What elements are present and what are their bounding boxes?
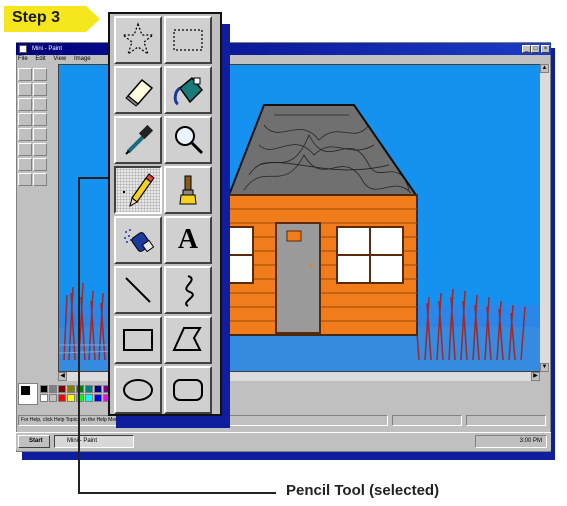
airbrush-tool[interactable] (114, 216, 162, 264)
ellipse-tool[interactable] (114, 366, 162, 414)
foreground-color (21, 386, 30, 395)
eyedropper-icon (125, 124, 154, 155)
task-label: Mini - Paint (67, 438, 98, 444)
taskbar-paint-button[interactable]: Mini - Paint (54, 435, 134, 448)
line-tool[interactable] (114, 266, 162, 314)
mini-tool-12[interactable] (33, 143, 47, 156)
free-form-select-tool[interactable] (114, 16, 162, 64)
magnifier-icon (175, 126, 204, 155)
mini-tool-7[interactable] (18, 113, 32, 126)
current-colors[interactable] (18, 383, 38, 405)
rounded-rectangle-tool[interactable] (164, 366, 212, 414)
rect-select-icon (173, 29, 203, 51)
star-select-icon (121, 22, 155, 56)
title-bar[interactable]: Mini - Paint _ □ × (16, 43, 551, 55)
brush-icon (179, 175, 197, 205)
status-size (466, 415, 546, 426)
mini-tool-6[interactable] (33, 98, 47, 111)
line-icon (125, 277, 151, 303)
text-icon: A (177, 224, 199, 255)
taskbar: Start Mini - Paint 3:00 PM (16, 432, 551, 450)
mini-tool-1[interactable] (18, 68, 32, 81)
magnifier-tool[interactable] (164, 116, 212, 164)
status-coords (392, 415, 462, 426)
pencil-tool[interactable] (114, 166, 162, 214)
swatch[interactable] (67, 385, 75, 393)
swatch[interactable] (40, 385, 48, 393)
swatch[interactable] (58, 394, 66, 402)
swatch[interactable] (94, 394, 102, 402)
minimize-button[interactable]: _ (522, 45, 531, 53)
mini-tool-13[interactable] (18, 158, 32, 171)
callout-label: Pencil Tool (selected) (286, 482, 440, 499)
pencil-icon (122, 173, 155, 208)
ellipse-icon (123, 379, 153, 401)
mini-tool-2[interactable] (33, 68, 47, 81)
fill-with-color-tool[interactable] (164, 66, 212, 114)
step-banner: Step 3 (4, 6, 102, 32)
scroll-down-arrow-icon[interactable]: ▼ (540, 363, 549, 372)
polygon-icon (172, 327, 202, 351)
swatch[interactable] (85, 394, 93, 402)
curve-icon (185, 275, 194, 307)
menu-view[interactable]: View (53, 56, 66, 62)
select-tool[interactable] (164, 16, 212, 64)
rectangle-tool[interactable] (114, 316, 162, 364)
paint-app-icon (19, 45, 27, 53)
eraser-icon (125, 78, 154, 107)
paint-bucket-icon (173, 76, 204, 106)
swatch[interactable] (85, 385, 93, 393)
airbrush-icon (124, 229, 155, 253)
brush-tool[interactable] (164, 166, 212, 214)
rectangle-icon (123, 329, 153, 351)
rounded-rect-icon (173, 379, 203, 401)
pick-color-tool[interactable] (114, 116, 162, 164)
tool-box: A (108, 12, 222, 416)
mini-toolbox (18, 68, 52, 202)
swatch[interactable] (94, 385, 102, 393)
callout-line (78, 178, 80, 493)
mini-tool-11[interactable] (18, 143, 32, 156)
text-tool[interactable]: A (164, 216, 212, 264)
mini-tool-8[interactable] (33, 113, 47, 126)
clock: 3:00 PM (519, 438, 542, 444)
mini-tool-14[interactable] (33, 158, 47, 171)
polygon-tool[interactable] (164, 316, 212, 364)
swatch[interactable] (67, 394, 75, 402)
start-button[interactable]: Start (18, 435, 50, 448)
status-bar: For Help, click Help Topics on the Help … (18, 415, 546, 427)
close-button[interactable]: × (541, 45, 550, 53)
mini-tool-9[interactable] (18, 128, 32, 141)
menu-image[interactable]: Image (74, 56, 91, 62)
mini-tool-15[interactable] (18, 173, 32, 186)
mini-tool-5[interactable] (18, 98, 32, 111)
menu-edit[interactable]: Edit (35, 56, 45, 62)
swatch[interactable] (49, 394, 57, 402)
vertical-scrollbar[interactable]: ▲ ▼ (540, 64, 550, 372)
mini-tool-4[interactable] (33, 83, 47, 96)
mini-tool-3[interactable] (18, 83, 32, 96)
mini-tool-10[interactable] (33, 128, 47, 141)
scroll-right-arrow-icon[interactable]: ▶ (531, 372, 540, 381)
menu-file[interactable]: File (18, 56, 28, 62)
callout-line (78, 492, 276, 494)
curve-tool[interactable] (164, 266, 212, 314)
system-tray: 3:00 PM (475, 435, 547, 448)
maximize-button[interactable]: □ (531, 45, 540, 53)
scroll-left-arrow-icon[interactable]: ◀ (58, 372, 67, 381)
eraser-tool[interactable] (114, 66, 162, 114)
step-label: Step 3 (12, 9, 61, 26)
mini-tool-16[interactable] (33, 173, 47, 186)
scroll-up-arrow-icon[interactable]: ▲ (540, 64, 549, 73)
swatch[interactable] (40, 394, 48, 402)
start-label: Start (29, 438, 43, 444)
window-title: Mini - Paint (32, 46, 63, 52)
swatch[interactable] (49, 385, 57, 393)
swatch[interactable] (58, 385, 66, 393)
